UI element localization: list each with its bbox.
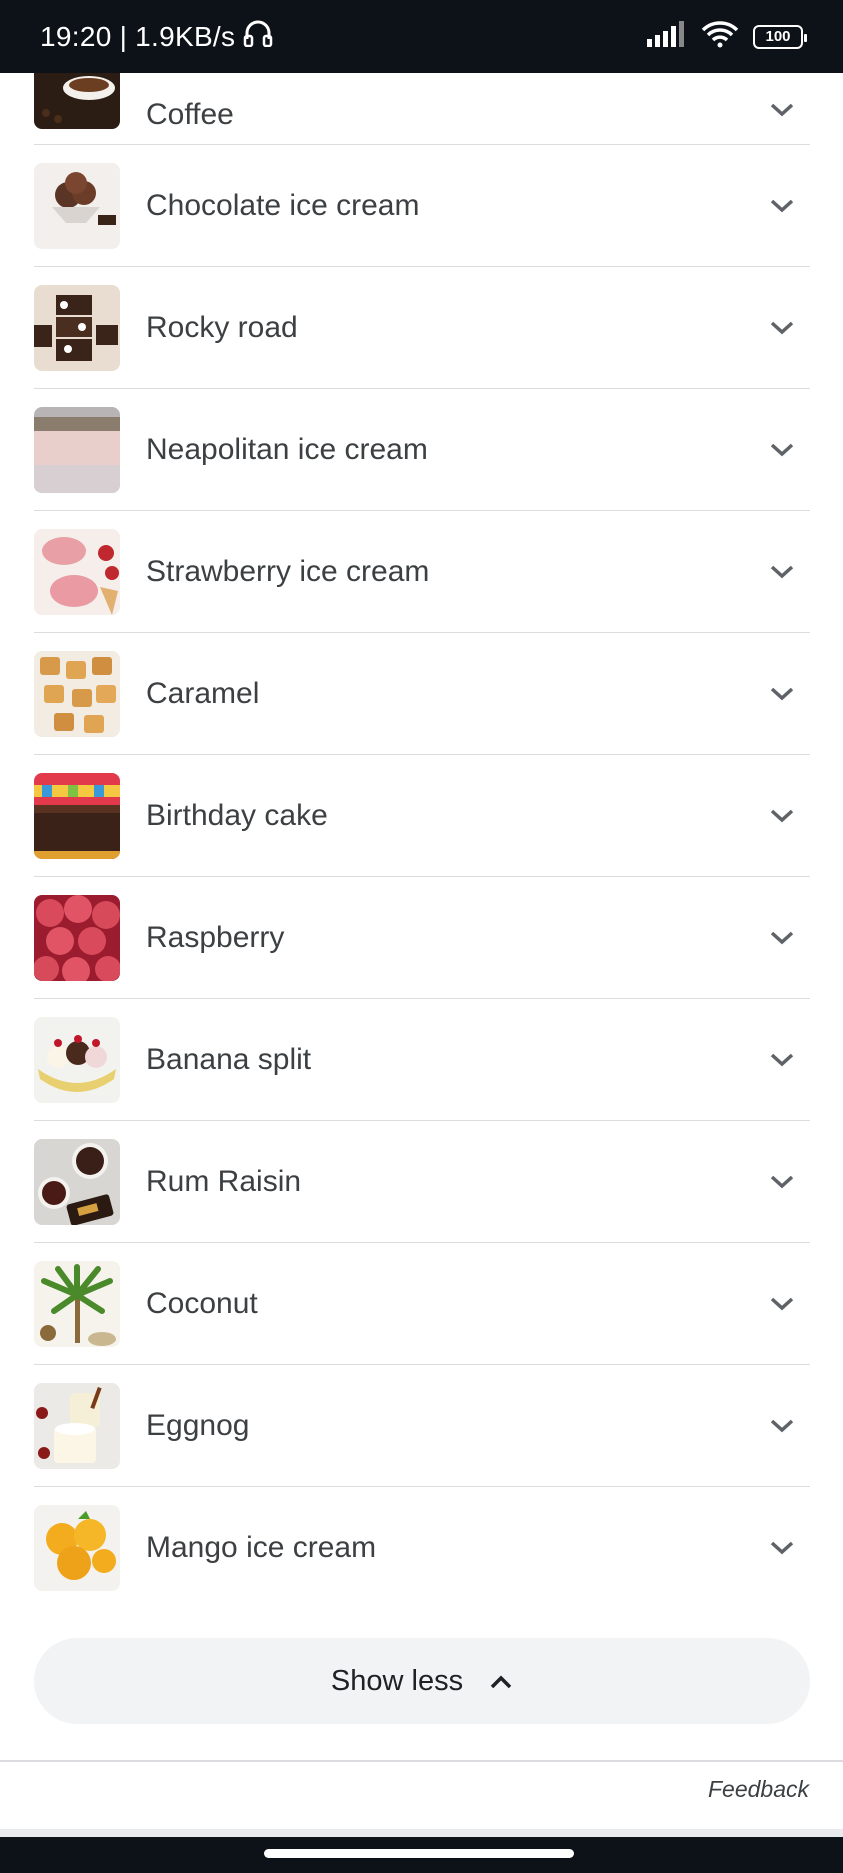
- battery-icon: 100: [753, 24, 807, 49]
- chevron-down-icon[interactable]: [760, 428, 804, 472]
- banana-split-thumbnail: [34, 1016, 120, 1103]
- navigation-bar: [0, 1829, 843, 1873]
- rocky-road-thumbnail: [34, 284, 120, 371]
- home-indicator[interactable]: [264, 1849, 574, 1858]
- birthday-cake-thumbnail: [34, 772, 120, 859]
- chevron-down-icon[interactable]: [760, 1038, 804, 1082]
- list-item[interactable]: Coconut: [34, 1243, 810, 1365]
- list-item[interactable]: Chocolate ice cream: [34, 145, 810, 267]
- signal-icon: [647, 21, 687, 52]
- list-item-label: Neapolitan ice cream: [146, 432, 428, 466]
- chevron-down-icon[interactable]: [760, 672, 804, 716]
- list-item-label: Chocolate ice cream: [146, 188, 420, 222]
- chevron-down-icon[interactable]: [760, 794, 804, 838]
- rum-raisin-thumbnail: [34, 1138, 120, 1225]
- network-speed: 1.9KB/s: [135, 20, 236, 52]
- chevron-down-icon[interactable]: [760, 88, 804, 132]
- eggnog-thumbnail: [34, 1382, 120, 1469]
- list-item-label: Rum Raisin: [146, 1164, 302, 1198]
- list-item-label: Strawberry ice cream: [146, 554, 430, 588]
- raspberry-thumbnail: [34, 894, 120, 981]
- list-item[interactable]: Mango ice cream: [34, 1487, 810, 1593]
- headphones-icon: [243, 19, 273, 54]
- status-right: 100: [647, 20, 807, 53]
- chevron-up-icon: [489, 1665, 513, 1698]
- list-item[interactable]: Caramel: [34, 633, 810, 755]
- list-item-label: Rocky road: [146, 310, 298, 344]
- coconut-thumbnail: [34, 1260, 120, 1347]
- list-item-label: Coconut: [146, 1286, 258, 1320]
- chevron-down-icon[interactable]: [760, 1526, 804, 1570]
- chevron-down-icon[interactable]: [760, 916, 804, 960]
- list-item-label: Mango ice cream: [146, 1531, 377, 1564]
- clock: 19:20: [40, 20, 112, 52]
- feedback-link[interactable]: Feedback: [708, 1776, 809, 1803]
- chevron-down-icon[interactable]: [760, 184, 804, 228]
- coffee-thumbnail: [34, 73, 120, 129]
- list-item[interactable]: Eggnog: [34, 1365, 810, 1487]
- chevron-down-icon[interactable]: [760, 550, 804, 594]
- list-item[interactable]: Raspberry: [34, 877, 810, 999]
- list-item[interactable]: Neapolitan ice cream: [34, 389, 810, 511]
- separator: |: [119, 20, 128, 52]
- neapolitan-ice-cream-thumbnail: [34, 406, 120, 493]
- list-item-label: Banana split: [146, 1042, 312, 1076]
- chocolate-ice-cream-thumbnail: [34, 162, 120, 249]
- flavor-list-viewport: Coffee Chocolate ice cream Rocky road Ne…: [0, 73, 843, 1593]
- flavor-list: Coffee Chocolate ice cream Rocky road Ne…: [34, 73, 810, 1593]
- chevron-down-icon[interactable]: [760, 1282, 804, 1326]
- list-item[interactable]: Birthday cake: [34, 755, 810, 877]
- list-item-label: Raspberry: [146, 920, 285, 954]
- caramel-thumbnail: [34, 650, 120, 737]
- list-item[interactable]: Strawberry ice cream: [34, 511, 810, 633]
- chevron-down-icon[interactable]: [760, 306, 804, 350]
- list-item[interactable]: Rocky road: [34, 267, 810, 389]
- list-item[interactable]: Banana split: [34, 999, 810, 1121]
- list-item-label: Caramel: [146, 676, 260, 710]
- list-item-label: Birthday cake: [146, 798, 328, 832]
- status-bar: 19:20 | 1.9KB/s 100: [0, 0, 843, 73]
- wifi-icon: [701, 20, 739, 53]
- list-item[interactable]: Coffee: [34, 73, 810, 145]
- list-item-label: Coffee: [146, 98, 234, 131]
- strawberry-ice-cream-thumbnail: [34, 528, 120, 615]
- list-item-label: Eggnog: [146, 1408, 250, 1442]
- chevron-down-icon[interactable]: [760, 1404, 804, 1448]
- status-left: 19:20 | 1.9KB/s: [40, 19, 273, 54]
- chevron-down-icon[interactable]: [760, 1160, 804, 1204]
- show-less-label: Show less: [330, 1664, 464, 1697]
- mango-ice-cream-thumbnail: [34, 1505, 120, 1591]
- show-less-button[interactable]: Show less: [34, 1638, 810, 1724]
- footer-divider: [0, 1760, 843, 1762]
- list-item[interactable]: Rum Raisin: [34, 1121, 810, 1243]
